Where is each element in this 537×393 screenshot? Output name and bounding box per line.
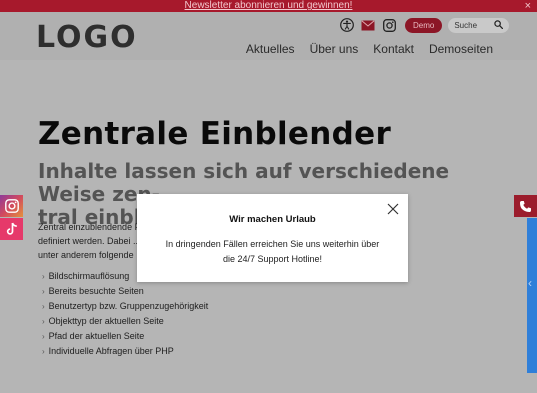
demo-button[interactable]: Demo xyxy=(405,17,443,33)
search-input[interactable] xyxy=(454,20,489,30)
chevron-right-icon: › xyxy=(42,287,45,296)
tiktok-icon xyxy=(6,222,17,235)
nav-item-demoseiten[interactable]: Demoseiten xyxy=(429,42,493,56)
nav-item-aktuelles[interactable]: Aktuelles xyxy=(246,42,295,56)
phone-icon xyxy=(520,200,531,212)
instagram-icon xyxy=(4,199,19,213)
chevron-left-icon: ‹ xyxy=(528,276,532,290)
list-item: › Pfad der aktuellen Seite xyxy=(42,329,208,344)
search-box xyxy=(448,16,510,34)
vacation-modal: Wir machen Urlaub In dringenden Fällen e… xyxy=(137,194,408,282)
list-item-label: Benutzertyp bzw. Gruppenzugehörigkeit xyxy=(48,301,209,311)
page-title: Zentrale Einblender xyxy=(38,116,392,152)
nav-item-kontakt[interactable]: Kontakt xyxy=(373,42,414,56)
list-item-label: Objekttyp der aktuellen Seite xyxy=(48,316,164,326)
instagram-side-button[interactable] xyxy=(0,195,23,217)
list-item-label: Individuelle Abfragen über PHP xyxy=(48,346,174,356)
chevron-right-icon: › xyxy=(42,332,45,341)
list-item-label: Pfad der aktuellen Seite xyxy=(48,331,145,341)
list-item: › Objekttyp der aktuellen Seite xyxy=(42,314,208,329)
modal-close-icon[interactable] xyxy=(387,203,399,215)
chevron-right-icon: › xyxy=(42,317,45,326)
modal-title: Wir machen Urlaub xyxy=(229,214,316,225)
list-item: › Benutzertyp bzw. Gruppenzugehörigkeit xyxy=(42,299,208,314)
site-header: LOGO Demo Suche Aktuelles Über uns Konta… xyxy=(0,12,537,60)
site-logo[interactable]: LOGO xyxy=(36,20,138,55)
phone-button[interactable] xyxy=(514,195,537,217)
newsletter-link[interactable]: Newsletter abonnieren und gewinnen! xyxy=(0,0,537,12)
chevron-right-icon: › xyxy=(42,272,45,281)
list-item-label: Bereits besuchte Seiten xyxy=(48,286,144,296)
accessibility-icon[interactable] xyxy=(340,18,354,32)
chevron-right-icon: › xyxy=(42,302,45,311)
modal-message-line: die 24/7 Support Hotline! xyxy=(222,254,323,264)
criteria-list: › Bildschirmauflösung › Bereits besuchte S… xyxy=(42,269,208,359)
mail-icon[interactable] xyxy=(361,18,375,32)
tiktok-side-button[interactable] xyxy=(0,218,23,240)
search-icon[interactable] xyxy=(494,16,504,34)
nav-item-ueber-uns[interactable]: Über uns xyxy=(310,42,359,56)
newsletter-close-button[interactable]: × xyxy=(525,0,531,12)
list-item: › Individuelle Abfragen über PHP xyxy=(42,344,208,359)
modal-message-line: In dringenden Fällen erreichen Sie uns w… xyxy=(165,239,380,249)
side-slide-panel[interactable]: ‹ xyxy=(527,218,537,373)
instagram-icon[interactable] xyxy=(382,18,396,32)
social-sidebar xyxy=(0,195,23,240)
list-item-label: Bildschirmauflösung xyxy=(48,271,130,281)
modal-message: In dringenden Fällen erreichen Sie uns w… xyxy=(151,237,394,267)
header-tools: Demo xyxy=(340,16,510,34)
chevron-right-icon: › xyxy=(42,347,45,356)
main-nav: Aktuelles Über uns Kontakt Demoseiten xyxy=(231,42,493,56)
list-item: › Bereits besuchte Seiten xyxy=(42,284,208,299)
newsletter-bar: Newsletter abonnieren und gewinnen! × xyxy=(0,0,537,12)
